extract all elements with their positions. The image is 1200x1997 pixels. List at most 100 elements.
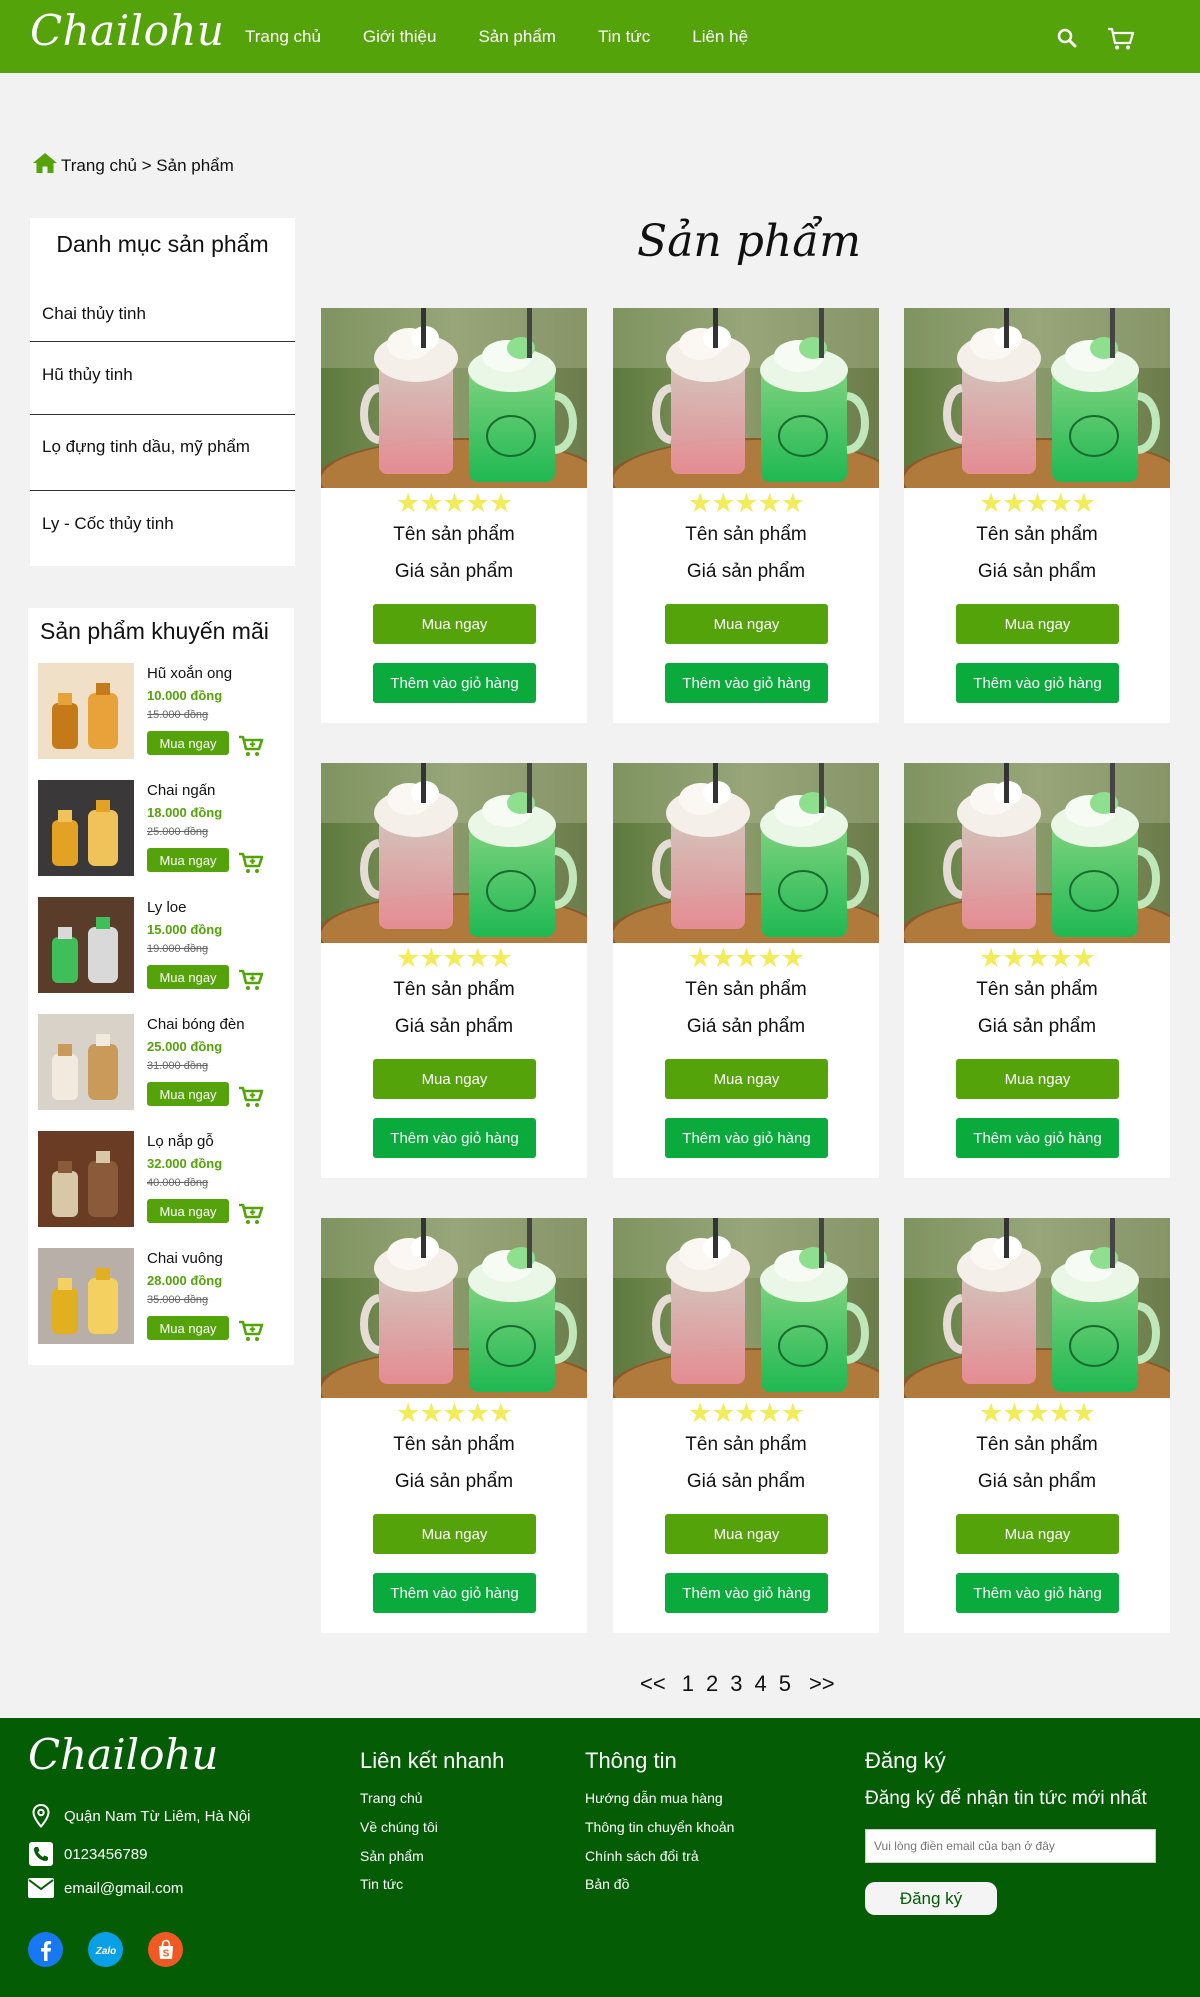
promo-name[interactable]: Hũ xoắn ong [147, 665, 232, 682]
product-name[interactable]: Tên sản phẩm [904, 979, 1170, 1001]
promo-buy-button[interactable]: Mua ngay [147, 965, 229, 989]
nav-about[interactable]: Giới thiệu [363, 27, 437, 47]
promo-image[interactable] [38, 1014, 134, 1110]
promo-old-price: 19.000 đồng [147, 943, 209, 955]
product-image[interactable] [904, 763, 1170, 943]
buy-now-button[interactable]: Mua ngay [956, 1059, 1119, 1099]
search-icon[interactable] [1057, 28, 1077, 53]
product-image[interactable] [613, 763, 879, 943]
promo-name[interactable]: Chai bóng đèn [147, 1016, 245, 1033]
footer-link-news[interactable]: Tin tức [360, 1876, 403, 1892]
footer-phone-text[interactable]: 0123456789 [64, 1846, 147, 1863]
product-image[interactable] [904, 1218, 1170, 1398]
footer-link-products[interactable]: Sản phẩm [360, 1848, 424, 1864]
buy-now-button[interactable]: Mua ngay [956, 1514, 1119, 1554]
page-next[interactable]: >> [809, 1671, 835, 1697]
buy-now-button[interactable]: Mua ngay [665, 1514, 828, 1554]
buy-now-button[interactable]: Mua ngay [665, 604, 828, 644]
nav-contact[interactable]: Liên hệ [692, 27, 748, 47]
page-5[interactable]: 5 [779, 1671, 791, 1697]
nav-products[interactable]: Sản phẩm [478, 27, 556, 47]
product-image[interactable] [321, 763, 587, 943]
zalo-icon[interactable]: Zalo [88, 1932, 123, 1967]
buy-now-button[interactable]: Mua ngay [373, 1514, 536, 1554]
promo-image[interactable] [38, 1131, 134, 1227]
promo-name[interactable]: Chai vuông [147, 1250, 223, 1267]
page-1[interactable]: 1 [682, 1671, 694, 1697]
facebook-icon[interactable] [28, 1932, 63, 1967]
product-image[interactable] [321, 1218, 587, 1398]
promo-name[interactable]: Lọ nắp gỗ [147, 1133, 214, 1150]
footer-link-home[interactable]: Trang chủ [360, 1790, 423, 1806]
add-to-cart-button[interactable]: Thêm vào giỏ hàng [373, 663, 536, 703]
footer-link-guide[interactable]: Hướng dẫn mua hàng [585, 1790, 723, 1806]
add-to-cart-button[interactable]: Thêm vào giỏ hàng [665, 663, 828, 703]
nav-home[interactable]: Trang chủ [245, 27, 321, 47]
product-name[interactable]: Tên sản phẩm [321, 1434, 587, 1456]
footer-link-map[interactable]: Bản đồ [585, 1876, 629, 1892]
product-name[interactable]: Tên sản phẩm [613, 1434, 879, 1456]
product-image[interactable] [613, 1218, 879, 1398]
promo-image[interactable] [38, 663, 134, 759]
promo-buy-button[interactable]: Mua ngay [147, 1082, 229, 1106]
product-name[interactable]: Tên sản phẩm [613, 524, 879, 546]
footer-link-transfer[interactable]: Thông tin chuyển khoản [585, 1819, 734, 1835]
footer-email-text[interactable]: email@gmail.com [64, 1880, 183, 1897]
add-to-cart-icon[interactable] [238, 1203, 264, 1230]
home-icon[interactable] [32, 152, 58, 179]
add-to-cart-button[interactable]: Thêm vào giỏ hàng [665, 1573, 828, 1613]
site-logo[interactable]: Chailohu [30, 6, 224, 55]
promo-image[interactable] [38, 1248, 134, 1344]
buy-now-button[interactable]: Mua ngay [665, 1059, 828, 1099]
promo-image[interactable] [38, 897, 134, 993]
add-to-cart-icon[interactable] [238, 969, 264, 996]
page-4[interactable]: 4 [754, 1671, 766, 1697]
buy-now-button[interactable]: Mua ngay [956, 604, 1119, 644]
add-to-cart-button[interactable]: Thêm vào giỏ hàng [665, 1118, 828, 1158]
category-item[interactable]: Ly - Cốc thủy tinh [42, 514, 174, 534]
shopee-icon[interactable]: S [148, 1932, 183, 1967]
category-item[interactable]: Lọ đựng tinh dầu, mỹ phẩm [42, 437, 250, 457]
add-to-cart-button[interactable]: Thêm vào giỏ hàng [956, 663, 1119, 703]
product-name[interactable]: Tên sản phẩm [321, 979, 587, 1001]
product-name[interactable]: Tên sản phẩm [904, 524, 1170, 546]
page-2[interactable]: 2 [706, 1671, 718, 1697]
footer-link-return-policy[interactable]: Chính sách đổi trả [585, 1848, 699, 1864]
product-name[interactable]: Tên sản phẩm [613, 979, 879, 1001]
page-prev[interactable]: << [640, 1671, 666, 1697]
promo-buy-button[interactable]: Mua ngay [147, 731, 229, 755]
product-image[interactable] [613, 308, 879, 488]
promo-buy-button[interactable]: Mua ngay [147, 1316, 229, 1340]
page-3[interactable]: 3 [730, 1671, 742, 1697]
add-to-cart-icon[interactable] [238, 1086, 264, 1113]
buy-now-button[interactable]: Mua ngay [373, 1059, 536, 1099]
subscribe-button[interactable]: Đăng ký [865, 1882, 997, 1915]
promo-image[interactable] [38, 780, 134, 876]
product-image[interactable] [321, 308, 587, 488]
phone-icon [28, 1842, 54, 1866]
add-to-cart-icon[interactable] [238, 852, 264, 879]
subscribe-title: Đăng ký [865, 1748, 946, 1773]
add-to-cart-icon[interactable] [238, 735, 264, 762]
promo-buy-button[interactable]: Mua ngay [147, 848, 229, 872]
email-subscribe-input[interactable] [865, 1829, 1156, 1863]
product-image[interactable] [904, 308, 1170, 488]
buy-now-button[interactable]: Mua ngay [373, 604, 536, 644]
nav-news[interactable]: Tin tức [598, 27, 650, 47]
product-name[interactable]: Tên sản phẩm [904, 1434, 1170, 1456]
footer-logo[interactable]: Chailohu [28, 1730, 218, 1779]
category-item[interactable]: Chai thủy tinh [42, 304, 146, 324]
category-item[interactable]: Hũ thủy tinh [42, 365, 133, 385]
footer-link-about[interactable]: Về chúng tôi [360, 1819, 438, 1835]
promo-name[interactable]: Chai ngấn [147, 782, 215, 799]
add-to-cart-icon[interactable] [238, 1320, 264, 1347]
add-to-cart-button[interactable]: Thêm vào giỏ hàng [373, 1573, 536, 1613]
cart-icon[interactable] [1107, 27, 1135, 56]
promo-name[interactable]: Ly loe [147, 899, 186, 916]
product-name[interactable]: Tên sản phẩm [321, 524, 587, 546]
add-to-cart-button[interactable]: Thêm vào giỏ hàng [956, 1573, 1119, 1613]
add-to-cart-button[interactable]: Thêm vào giỏ hàng [956, 1118, 1119, 1158]
add-to-cart-button[interactable]: Thêm vào giỏ hàng [373, 1118, 536, 1158]
promo-buy-button[interactable]: Mua ngay [147, 1199, 229, 1223]
breadcrumb-text[interactable]: Trang chủ > Sản phẩm [61, 156, 234, 176]
